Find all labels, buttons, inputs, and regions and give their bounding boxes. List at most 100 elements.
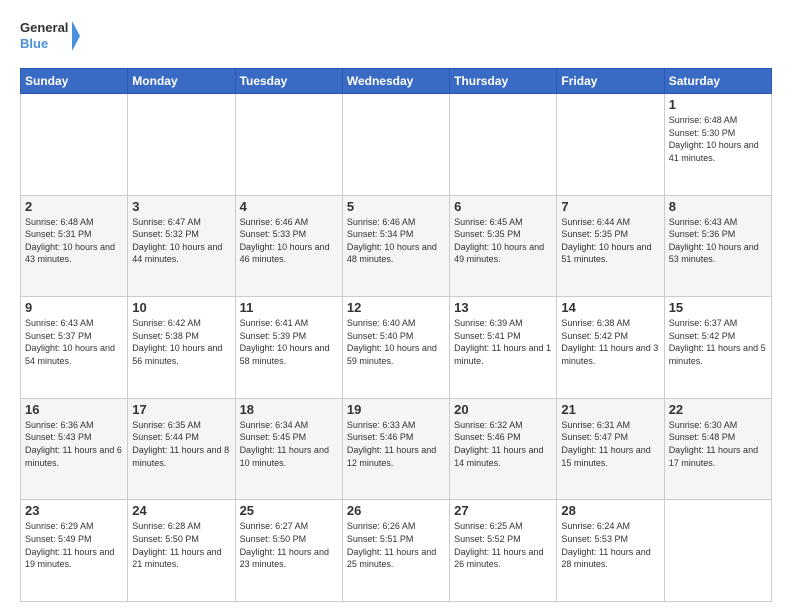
day-info: Sunrise: 6:46 AM Sunset: 5:34 PM Dayligh… (347, 216, 445, 266)
calendar-cell: 2 Sunrise: 6:48 AM Sunset: 5:31 PM Daylig… (21, 195, 128, 297)
calendar-cell: 1 Sunrise: 6:48 AM Sunset: 5:30 PM Daylig… (664, 94, 771, 196)
calendar-cell: 10 Sunrise: 6:42 AM Sunset: 5:38 PM Dayli… (128, 297, 235, 399)
column-header-wednesday: Wednesday (342, 69, 449, 94)
calendar-cell: 28Sunrise: 6:24 AM Sunset: 5:53 PM Dayli… (557, 500, 664, 602)
day-info: Sunrise: 6:26 AM Sunset: 5:51 PM Dayligh… (347, 520, 445, 570)
day-number: 4 (240, 199, 338, 214)
day-info: Sunrise: 6:33 AM Sunset: 5:46 PM Dayligh… (347, 419, 445, 469)
day-number: 9 (25, 300, 123, 315)
calendar-cell (450, 94, 557, 196)
calendar-cell: 19 Sunrise: 6:33 AM Sunset: 5:46 PM Dayli… (342, 398, 449, 500)
day-info: Sunrise: 6:42 AM Sunset: 5:38 PM Dayligh… (132, 317, 230, 367)
day-info: Sunrise: 6:48 AM Sunset: 5:30 PM Dayligh… (669, 114, 767, 164)
day-info: Sunrise: 6:43 AM Sunset: 5:36 PM Dayligh… (669, 216, 767, 266)
calendar-cell: 7 Sunrise: 6:44 AM Sunset: 5:35 PM Daylig… (557, 195, 664, 297)
calendar-cell (128, 94, 235, 196)
day-info: Sunrise: 6:44 AM Sunset: 5:35 PM Dayligh… (561, 216, 659, 266)
day-number: 1 (669, 97, 767, 112)
day-info: Sunrise: 6:35 AM Sunset: 5:44 PM Dayligh… (132, 419, 230, 469)
day-info: Sunrise: 6:38 AM Sunset: 5:42 PM Dayligh… (561, 317, 659, 367)
calendar-cell: 20 Sunrise: 6:32 AM Sunset: 5:46 PM Dayli… (450, 398, 557, 500)
day-number: 14 (561, 300, 659, 315)
day-number: 19 (347, 402, 445, 417)
day-info: Sunrise: 6:24 AM Sunset: 5:53 PM Dayligh… (561, 520, 659, 570)
day-number: 8 (669, 199, 767, 214)
svg-text:General: General (20, 20, 68, 35)
logo-svg: General Blue (20, 16, 80, 58)
calendar-cell: 18Sunrise: 6:34 AM Sunset: 5:45 PM Dayli… (235, 398, 342, 500)
day-number: 5 (347, 199, 445, 214)
day-info: Sunrise: 6:48 AM Sunset: 5:31 PM Dayligh… (25, 216, 123, 266)
day-number: 27 (454, 503, 552, 518)
calendar-week-row: 9 Sunrise: 6:43 AM Sunset: 5:37 PM Daylig… (21, 297, 772, 399)
day-info: Sunrise: 6:45 AM Sunset: 5:35 PM Dayligh… (454, 216, 552, 266)
day-number: 25 (240, 503, 338, 518)
calendar-cell: 6 Sunrise: 6:45 AM Sunset: 5:35 PM Daylig… (450, 195, 557, 297)
calendar-cell: 17Sunrise: 6:35 AM Sunset: 5:44 PM Dayli… (128, 398, 235, 500)
calendar-week-row: 23 Sunrise: 6:29 AM Sunset: 5:49 PM Dayli… (21, 500, 772, 602)
day-info: Sunrise: 6:31 AM Sunset: 5:47 PM Dayligh… (561, 419, 659, 469)
day-info: Sunrise: 6:41 AM Sunset: 5:39 PM Dayligh… (240, 317, 338, 367)
calendar-cell: 11Sunrise: 6:41 AM Sunset: 5:39 PM Dayli… (235, 297, 342, 399)
day-number: 20 (454, 402, 552, 417)
calendar-table: SundayMondayTuesdayWednesdayThursdayFrid… (20, 68, 772, 602)
calendar-cell (21, 94, 128, 196)
day-number: 15 (669, 300, 767, 315)
day-number: 3 (132, 199, 230, 214)
page: General Blue SundayMondayTuesdayWednesda… (0, 0, 792, 612)
day-info: Sunrise: 6:32 AM Sunset: 5:46 PM Dayligh… (454, 419, 552, 469)
day-info: Sunrise: 6:39 AM Sunset: 5:41 PM Dayligh… (454, 317, 552, 367)
day-number: 2 (25, 199, 123, 214)
day-info: Sunrise: 6:27 AM Sunset: 5:50 PM Dayligh… (240, 520, 338, 570)
day-info: Sunrise: 6:37 AM Sunset: 5:42 PM Dayligh… (669, 317, 767, 367)
calendar-cell: 5 Sunrise: 6:46 AM Sunset: 5:34 PM Daylig… (342, 195, 449, 297)
calendar-cell (235, 94, 342, 196)
logo: General Blue (20, 16, 80, 58)
calendar-week-row: 16 Sunrise: 6:36 AM Sunset: 5:43 PM Dayli… (21, 398, 772, 500)
calendar-cell: 4 Sunrise: 6:46 AM Sunset: 5:33 PM Daylig… (235, 195, 342, 297)
column-header-monday: Monday (128, 69, 235, 94)
calendar-cell: 3 Sunrise: 6:47 AM Sunset: 5:32 PM Daylig… (128, 195, 235, 297)
column-header-saturday: Saturday (664, 69, 771, 94)
day-number: 10 (132, 300, 230, 315)
day-number: 12 (347, 300, 445, 315)
day-number: 23 (25, 503, 123, 518)
day-info: Sunrise: 6:46 AM Sunset: 5:33 PM Dayligh… (240, 216, 338, 266)
column-header-thursday: Thursday (450, 69, 557, 94)
calendar-week-row: 1 Sunrise: 6:48 AM Sunset: 5:30 PM Daylig… (21, 94, 772, 196)
calendar-cell: 8 Sunrise: 6:43 AM Sunset: 5:36 PM Daylig… (664, 195, 771, 297)
day-info: Sunrise: 6:36 AM Sunset: 5:43 PM Dayligh… (25, 419, 123, 469)
calendar-week-row: 2 Sunrise: 6:48 AM Sunset: 5:31 PM Daylig… (21, 195, 772, 297)
day-info: Sunrise: 6:43 AM Sunset: 5:37 PM Dayligh… (25, 317, 123, 367)
day-number: 22 (669, 402, 767, 417)
day-number: 18 (240, 402, 338, 417)
day-number: 7 (561, 199, 659, 214)
day-info: Sunrise: 6:47 AM Sunset: 5:32 PM Dayligh… (132, 216, 230, 266)
calendar-cell: 27Sunrise: 6:25 AM Sunset: 5:52 PM Dayli… (450, 500, 557, 602)
calendar-cell: 23 Sunrise: 6:29 AM Sunset: 5:49 PM Dayli… (21, 500, 128, 602)
day-number: 26 (347, 503, 445, 518)
calendar-cell (664, 500, 771, 602)
day-number: 6 (454, 199, 552, 214)
day-number: 13 (454, 300, 552, 315)
day-info: Sunrise: 6:40 AM Sunset: 5:40 PM Dayligh… (347, 317, 445, 367)
calendar-cell: 14 Sunrise: 6:38 AM Sunset: 5:42 PM Dayli… (557, 297, 664, 399)
calendar-cell: 25 Sunrise: 6:27 AM Sunset: 5:50 PM Dayli… (235, 500, 342, 602)
calendar-cell: 21 Sunrise: 6:31 AM Sunset: 5:47 PM Dayli… (557, 398, 664, 500)
column-header-sunday: Sunday (21, 69, 128, 94)
day-number: 24 (132, 503, 230, 518)
calendar-cell: 13 Sunrise: 6:39 AM Sunset: 5:41 PM Dayli… (450, 297, 557, 399)
day-number: 16 (25, 402, 123, 417)
calendar-cell: 16 Sunrise: 6:36 AM Sunset: 5:43 PM Dayli… (21, 398, 128, 500)
day-info: Sunrise: 6:29 AM Sunset: 5:49 PM Dayligh… (25, 520, 123, 570)
header: General Blue (20, 16, 772, 58)
calendar-cell: 24Sunrise: 6:28 AM Sunset: 5:50 PM Dayli… (128, 500, 235, 602)
calendar-cell: 12 Sunrise: 6:40 AM Sunset: 5:40 PM Dayli… (342, 297, 449, 399)
day-number: 21 (561, 402, 659, 417)
calendar-cell: 26 Sunrise: 6:26 AM Sunset: 5:51 PM Dayli… (342, 500, 449, 602)
calendar-cell (557, 94, 664, 196)
column-header-tuesday: Tuesday (235, 69, 342, 94)
day-info: Sunrise: 6:30 AM Sunset: 5:48 PM Dayligh… (669, 419, 767, 469)
svg-text:Blue: Blue (20, 36, 48, 51)
column-header-friday: Friday (557, 69, 664, 94)
